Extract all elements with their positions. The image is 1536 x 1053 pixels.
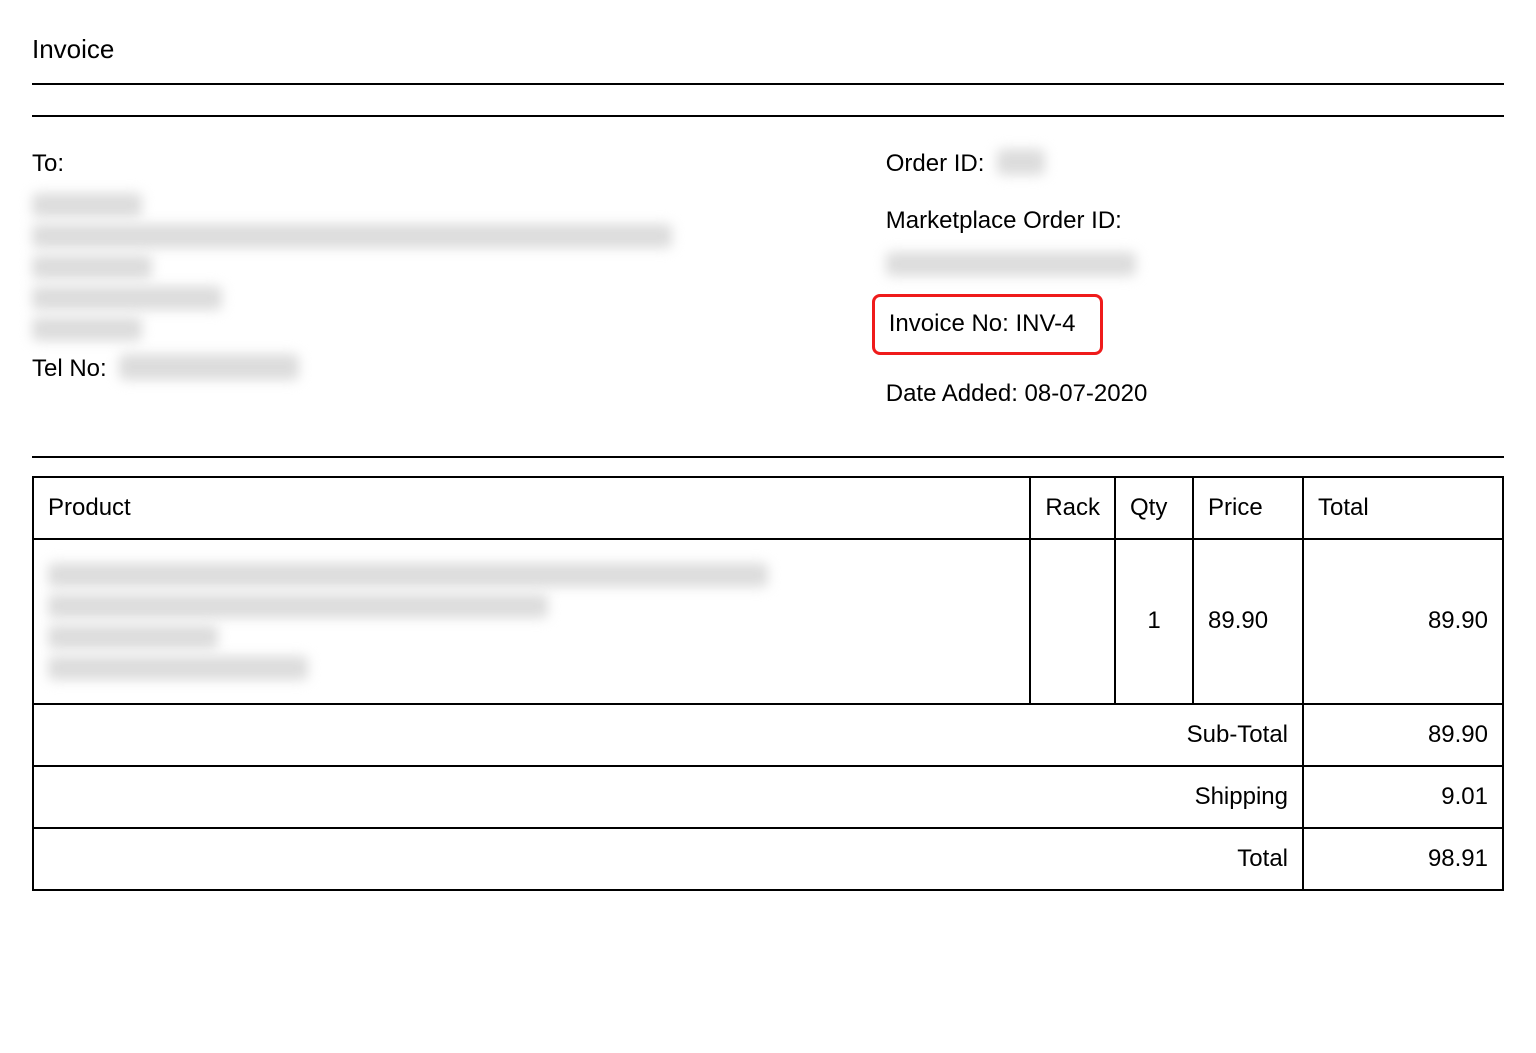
redacted-product-line	[48, 656, 308, 680]
col-total: Total	[1303, 477, 1503, 539]
line-items-table: Product Rack Qty Price Total 1 89.90 89.…	[32, 476, 1504, 891]
summary-row-subtotal: Sub-Total 89.90	[33, 704, 1503, 766]
marketplace-order-id-label: Marketplace Order ID:	[886, 200, 1504, 243]
col-rack: Rack	[1030, 477, 1115, 539]
total-value: 98.91	[1303, 828, 1503, 890]
summary-row-total: Total 98.91	[33, 828, 1503, 890]
redacted-address-line	[32, 255, 152, 279]
order-id-row: Order ID:	[886, 143, 1504, 186]
redacted-product-line	[48, 594, 548, 618]
redacted-name	[32, 193, 142, 217]
date-added-row: Date Added: 08-07-2020	[886, 373, 1504, 416]
cell-price: 89.90	[1193, 539, 1303, 704]
subtotal-value: 89.90	[1303, 704, 1503, 766]
cell-product	[33, 539, 1030, 704]
redacted-address-line	[32, 317, 142, 341]
table-header-row: Product Rack Qty Price Total	[33, 477, 1503, 539]
redacted-order-id	[997, 149, 1045, 175]
date-added-label: Date Added:	[886, 380, 1018, 407]
tel-row: Tel No:	[32, 348, 866, 391]
date-added-value: 08-07-2020	[1025, 380, 1148, 407]
invoice-no-value: INV-4	[1015, 310, 1075, 337]
invoice-no-label: Invoice No:	[889, 310, 1009, 337]
redacted-phone	[119, 354, 299, 380]
col-product: Product	[33, 477, 1030, 539]
cell-qty: 1	[1115, 539, 1193, 704]
to-label: To:	[32, 143, 866, 186]
tel-label: Tel No:	[32, 355, 107, 382]
redacted-address-line	[32, 286, 222, 310]
summary-row-shipping: Shipping 9.01	[33, 766, 1503, 828]
col-price: Price	[1193, 477, 1303, 539]
marketplace-order-id-row: Marketplace Order ID:	[886, 200, 1504, 277]
cell-total: 89.90	[1303, 539, 1503, 704]
total-label: Total	[33, 828, 1303, 890]
redacted-product-line	[48, 625, 218, 649]
cell-rack	[1030, 539, 1115, 704]
col-qty: Qty	[1115, 477, 1193, 539]
redacted-address-line	[32, 224, 672, 248]
invoice-no-highlight: Invoice No: INV-4	[872, 294, 1103, 355]
table-row: 1 89.90 89.90	[33, 539, 1503, 704]
shipping-value: 9.01	[1303, 766, 1503, 828]
subtotal-label: Sub-Total	[33, 704, 1303, 766]
redacted-marketplace-id	[886, 252, 1136, 276]
page-title: Invoice	[32, 34, 1504, 65]
shipping-label: Shipping	[33, 766, 1303, 828]
divider	[32, 83, 1504, 85]
redacted-product-line	[48, 563, 768, 587]
order-id-label: Order ID:	[886, 150, 985, 177]
